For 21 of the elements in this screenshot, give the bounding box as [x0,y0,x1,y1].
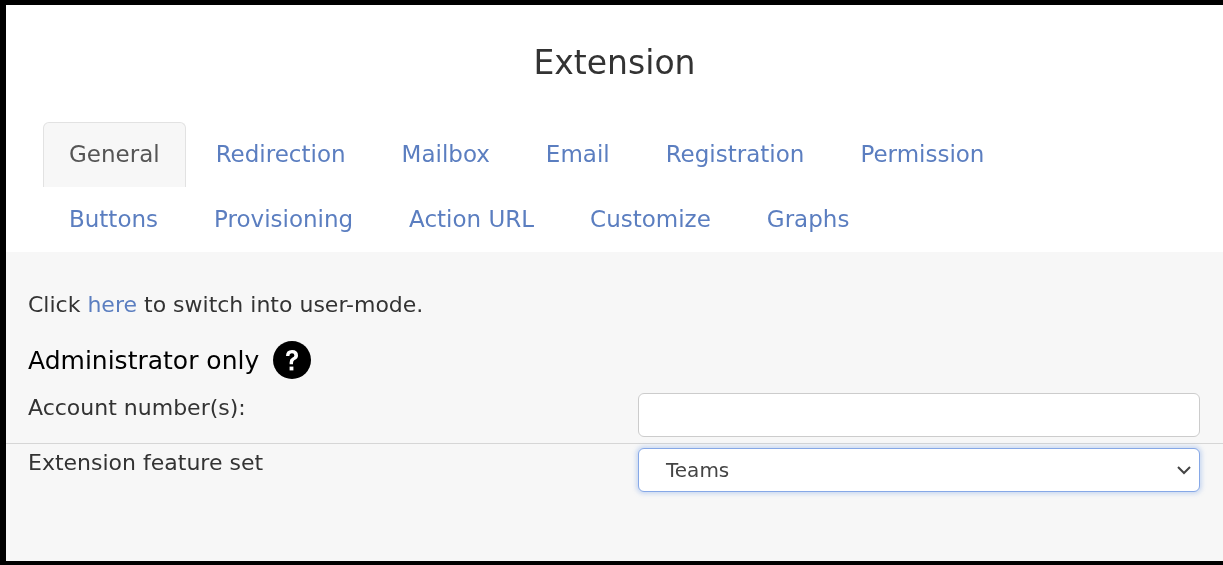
tab[interactable]: Buttons [43,187,185,252]
tab[interactable]: General [43,122,186,187]
tab[interactable]: Action URL [383,187,561,252]
tab[interactable]: Registration [639,122,831,187]
here-link[interactable]: here [87,292,137,317]
tab[interactable]: Customize [564,187,737,252]
user-mode-notice: Click here to switch into user-mode. [28,292,425,317]
tab[interactable]: Provisioning [188,187,380,252]
tab[interactable]: Graphs [740,187,876,252]
account-number-field[interactable] [638,393,1200,437]
tab[interactable]: Permission [834,122,1011,187]
chevron-down-icon [1177,465,1191,475]
setting-label: Account number(s): [28,394,247,420]
setting-label: Extension feature set [28,449,265,475]
help-icon[interactable] [273,341,312,379]
tab[interactable]: Redirection [189,122,372,187]
tab[interactable]: Mailbox [375,122,516,187]
feature-set-dropdown[interactable]: Teams [638,448,1200,492]
section-heading: Administrator only [28,345,260,375]
tab[interactable]: Email [519,122,636,187]
page-title: Extension [532,42,697,84]
